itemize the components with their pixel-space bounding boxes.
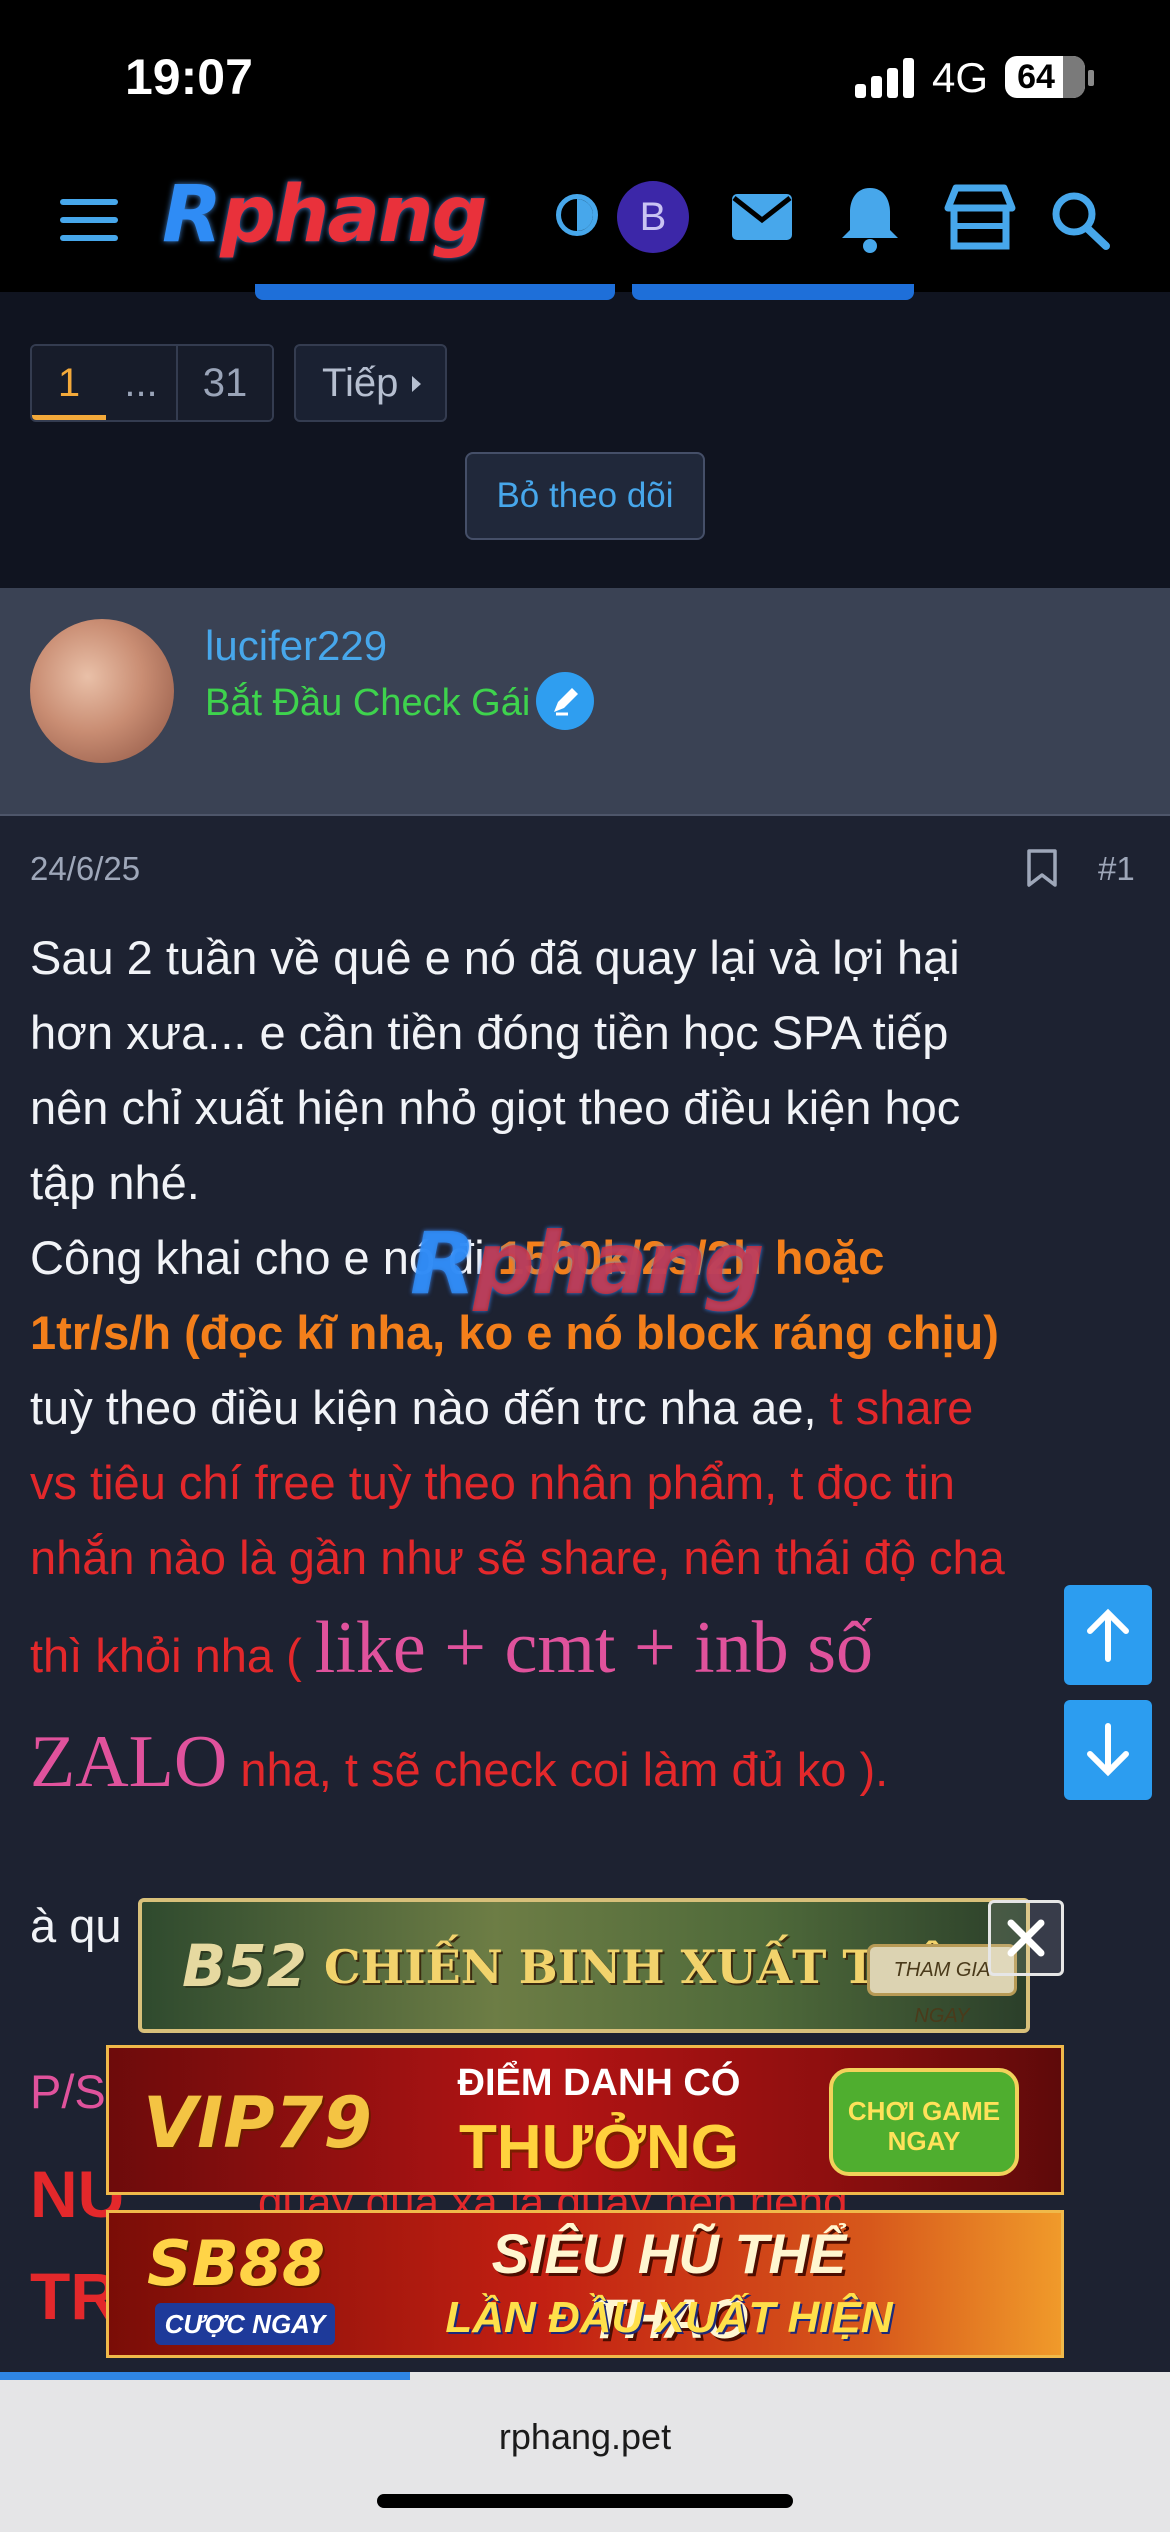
thread-controls: 1 ... 31 Tiếp Bỏ theo dõi: [0, 284, 1170, 588]
user-avatar[interactable]: [30, 619, 174, 763]
bell-icon[interactable]: [830, 178, 910, 258]
network-label: 4G: [932, 54, 989, 101]
ad-logo: B52: [182, 1932, 307, 2000]
page-ellipsis[interactable]: ...: [106, 346, 176, 420]
ad-banner-sb88[interactable]: SB88 CƯỢC NGAY SIÊU HŨ THỂ THAO LẦN ĐẦU …: [106, 2210, 1064, 2358]
post-text-line: Sau 2 tuần về quê e nó đã quay lại và lợ…: [30, 931, 960, 984]
home-indicator[interactable]: [377, 2494, 793, 2508]
close-ad-button[interactable]: [988, 1900, 1064, 1976]
username-link[interactable]: lucifer229: [205, 622, 387, 670]
partial-button[interactable]: [255, 284, 615, 300]
site-logo[interactable]: Rphang: [162, 170, 487, 260]
status-time: 19:07: [125, 49, 253, 105]
emphasis-text: ZALO: [30, 1721, 228, 1803]
logo-text: R: [162, 170, 222, 260]
browser-address-bar[interactable]: rphang.pet: [0, 2380, 1170, 2532]
progress-fill: [0, 2372, 410, 2380]
page-link-current[interactable]: 1: [32, 346, 106, 420]
mail-icon[interactable]: [722, 178, 802, 258]
page-group: 1 ... 31: [30, 344, 274, 422]
signal-icon: [855, 58, 915, 98]
post-text-line: ZALO nha, t sẽ check coi làm đủ ko ).: [30, 1709, 1140, 1823]
page-load-progress: [0, 2372, 1170, 2380]
post-text: tuỳ theo điều kiện nào đến trc nha ae,: [30, 1381, 830, 1434]
ad-cta-button[interactable]: CƯỢC NGAY: [155, 2303, 335, 2345]
highlight-text: nha, t sẽ check coi làm đủ ko ).: [227, 1743, 889, 1796]
post-text-line: tuỳ theo điều kiện nào đến trc nha ae, t…: [30, 1370, 1140, 1445]
post-date[interactable]: 24/6/25: [30, 850, 140, 888]
next-page-button[interactable]: Tiếp: [294, 344, 448, 422]
watermark-logo: Rphang: [410, 1214, 765, 1314]
highlight-text: t share: [829, 1381, 974, 1434]
ad-subheadline: LẦN ĐẦU XUẤT HIỆN: [445, 2293, 893, 2342]
store-icon[interactable]: [940, 178, 1020, 258]
highlight-text: thì khỏi nha (: [30, 1629, 315, 1682]
status-bar: 19:07 4G 64: [0, 0, 1170, 150]
page-link-last[interactable]: 31: [176, 346, 272, 420]
ad-banner-b52[interactable]: B52 CHIẾN BINH XUẤT TRẬN THAM GIA NGAY: [138, 1898, 1030, 2033]
partial-button[interactable]: [632, 284, 914, 300]
post-number[interactable]: #1: [1098, 850, 1135, 888]
post-text-partial: à qu: [30, 1899, 122, 1952]
battery-icon: 64: [1005, 56, 1085, 98]
highlight-text: nhắn nào là gần như sẽ share, nên thái đ…: [30, 1531, 1005, 1584]
unfollow-button[interactable]: Bỏ theo dõi: [465, 452, 705, 540]
account-avatar[interactable]: B: [617, 181, 689, 253]
pagination: 1 ... 31 Tiếp: [30, 344, 448, 422]
post-text-partial: P/S: [30, 2065, 106, 2118]
close-icon: [1007, 1919, 1045, 1957]
post-text-partial: TR: [30, 2259, 118, 2333]
scroll-top-button[interactable]: [1064, 1585, 1152, 1685]
arrow-up-icon: [1087, 1608, 1129, 1662]
app-header: Rphang B: [0, 150, 1170, 292]
next-page-label: Tiếp: [322, 361, 399, 405]
ad-subheadline: ĐIỂM DANH CÓ: [457, 2062, 741, 2104]
post-text-line: thì khỏi nha ( like + cmt + inb số: [30, 1595, 1140, 1709]
ad-cta-button[interactable]: CHƠI GAME NGAY: [829, 2068, 1019, 2176]
logo-text-rest: phang: [220, 170, 487, 260]
post-author-card: lucifer229 Bắt Đầu Check Gái: [0, 588, 1170, 816]
ad-banner-vip79[interactable]: VIP79 ĐIỂM DANH CÓ THƯỞNG CHƠI GAME NGAY: [106, 2045, 1064, 2195]
chevron-right-icon: [412, 376, 422, 392]
ad-logo: VIP79: [143, 2082, 372, 2164]
contrast-icon[interactable]: [556, 194, 598, 236]
battery-tip: [1088, 70, 1094, 86]
battery-level: 64: [1017, 58, 1055, 96]
user-title: Bắt Đầu Check Gái: [205, 682, 531, 724]
post-text-line: hơn xưa... e cần tiền đóng tiền học SPA …: [30, 1006, 949, 1059]
bookmark-icon[interactable]: [1026, 848, 1058, 888]
ad-headline: THƯỞNG: [459, 2113, 739, 2182]
arrow-down-icon: [1087, 1723, 1129, 1777]
post-text-line: tập nhé.: [30, 1156, 200, 1209]
ad-logo: SB88: [147, 2227, 326, 2300]
highlight-text: vs tiêu chí free tuỳ theo nhân phẩm, t đ…: [30, 1456, 955, 1509]
search-icon[interactable]: [1044, 178, 1114, 258]
url-text[interactable]: rphang.pet: [0, 2416, 1170, 2458]
scroll-bottom-button[interactable]: [1064, 1700, 1152, 1800]
post-body: Sau 2 tuần về quê e nó đã quay lại và lợ…: [30, 920, 1140, 1823]
menu-icon[interactable]: [60, 199, 118, 241]
post-text-line: nên chỉ xuất hiện nhỏ giọt theo điều kiệ…: [30, 1081, 961, 1134]
verified-badge-icon: [536, 672, 594, 730]
emphasis-text: like + cmt + inb số: [314, 1607, 874, 1689]
